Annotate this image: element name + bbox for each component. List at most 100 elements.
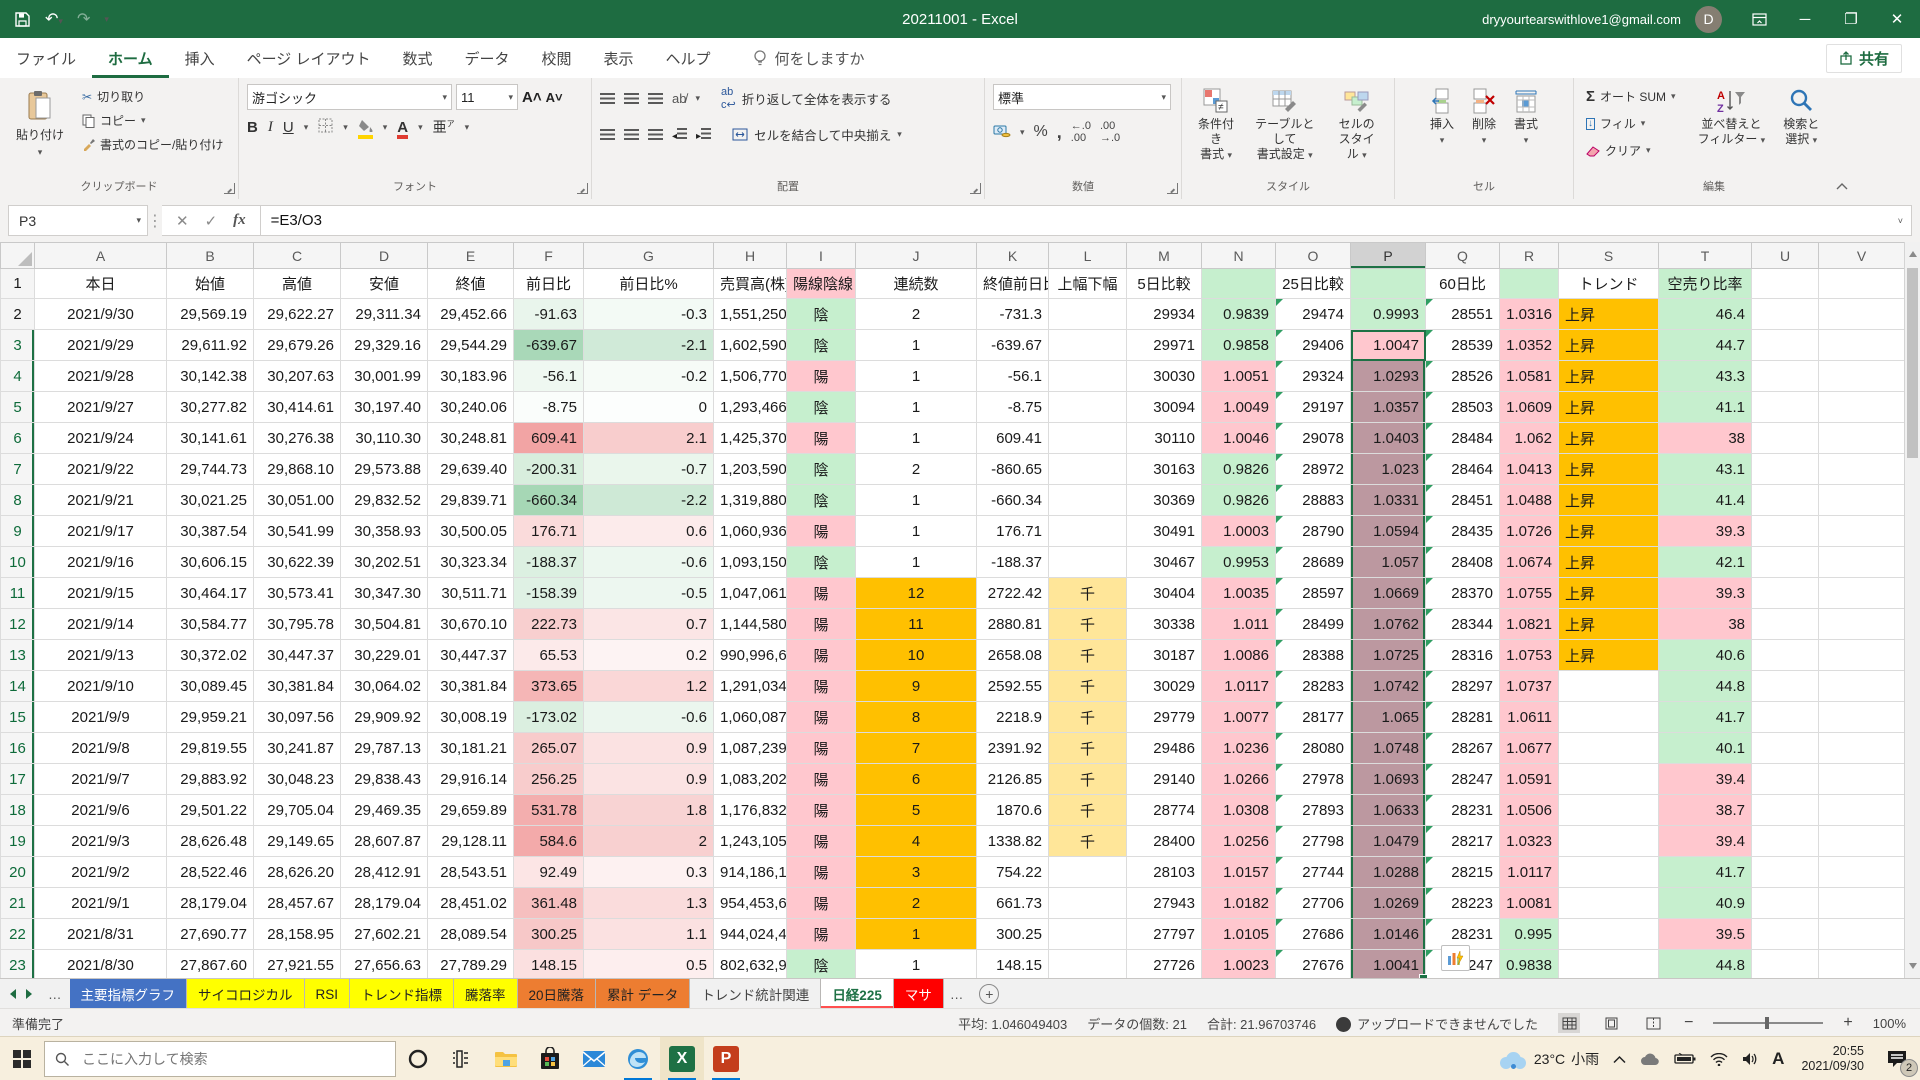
cell-date-16[interactable]: 2021/9/8	[35, 733, 167, 764]
cell-band-4[interactable]	[1049, 361, 1127, 392]
cell-P8[interactable]: 1.0331	[1351, 485, 1426, 516]
cell-V19[interactable]	[1819, 826, 1905, 857]
cell[interactable]: 944,024,400	[714, 919, 787, 950]
cell[interactable]: 954,453,600	[714, 888, 787, 919]
cell[interactable]: 1.0609	[1500, 392, 1559, 423]
currency-icon[interactable]	[993, 124, 1011, 141]
cell[interactable]: 1.1	[584, 919, 714, 950]
cell[interactable]: 0.2	[584, 640, 714, 671]
cell[interactable]: 1.0308	[1202, 795, 1276, 826]
cell[interactable]: 1.0023	[1202, 950, 1276, 979]
cell[interactable]: 0.9826	[1202, 454, 1276, 485]
cell-date-21[interactable]: 2021/9/1	[35, 888, 167, 919]
cell[interactable]: 1.062	[1500, 423, 1559, 454]
cell-P9[interactable]: 1.0594	[1351, 516, 1426, 547]
cell-date-17[interactable]: 2021/9/7	[35, 764, 167, 795]
cell[interactable]: 531.78	[514, 795, 584, 826]
cell-trend-3[interactable]: 上昇	[1559, 330, 1659, 361]
cell[interactable]: 29,883.92	[167, 764, 254, 795]
cell[interactable]: 29,452.66	[428, 299, 514, 330]
collapse-ribbon-icon[interactable]	[1836, 177, 1848, 195]
cell[interactable]: 29934	[1127, 299, 1202, 330]
decrease-indent-icon[interactable]: ◂	[672, 126, 687, 144]
sheet-tab-サイコロジカル[interactable]: サイコロジカル	[187, 979, 305, 1009]
borders-icon[interactable]	[318, 118, 333, 137]
cell-date-11[interactable]: 2021/9/15	[35, 578, 167, 609]
cell[interactable]: 28177	[1276, 702, 1351, 733]
alignment-dialog-launcher-icon[interactable]	[970, 183, 981, 194]
cell-candle-16[interactable]: 陽	[787, 733, 856, 764]
cell[interactable]: 0.9838	[1500, 950, 1559, 979]
cell[interactable]: 29,544.29	[428, 330, 514, 361]
share-button[interactable]: 共有	[1826, 44, 1902, 73]
cell-candle-5[interactable]: 陰	[787, 392, 856, 423]
cell[interactable]: 28,607.87	[341, 826, 428, 857]
cell-U9[interactable]	[1752, 516, 1819, 547]
cell[interactable]: 28297	[1426, 671, 1500, 702]
header-cell-終値前日比較[interactable]: 終値前日比較	[977, 269, 1049, 299]
cell[interactable]: 30110	[1127, 423, 1202, 454]
cell-U2[interactable]	[1752, 299, 1819, 330]
cell[interactable]: 30,541.99	[254, 516, 341, 547]
cell[interactable]: 30,381.84	[428, 671, 514, 702]
cell[interactable]: 373.65	[514, 671, 584, 702]
cell[interactable]: 27706	[1276, 888, 1351, 919]
align-left-icon[interactable]	[600, 129, 615, 140]
cell[interactable]: 29,128.11	[428, 826, 514, 857]
sheet-tab-騰落率[interactable]: 騰落率	[454, 979, 518, 1009]
cell-date-15[interactable]: 2021/9/9	[35, 702, 167, 733]
cell[interactable]: 28499	[1276, 609, 1351, 640]
cell[interactable]: 27,602.21	[341, 919, 428, 950]
cell[interactable]: 1.0182	[1202, 888, 1276, 919]
cell-candle-3[interactable]: 陰	[787, 330, 856, 361]
row-header-4[interactable]: 4	[1, 361, 35, 392]
cell-streak-9[interactable]: 1	[856, 516, 977, 547]
number-dialog-launcher-icon[interactable]	[1167, 183, 1178, 194]
cell[interactable]: 28774	[1127, 795, 1202, 826]
zoom-slider[interactable]	[1713, 1022, 1823, 1024]
cell-candle-10[interactable]: 陰	[787, 547, 856, 578]
cell[interactable]: -91.63	[514, 299, 584, 330]
cell-date-6[interactable]: 2021/9/24	[35, 423, 167, 454]
cell[interactable]: 30,573.41	[254, 578, 341, 609]
cell[interactable]: 30,670.10	[428, 609, 514, 640]
cell[interactable]: -173.02	[514, 702, 584, 733]
ribbon-tab-校閲[interactable]: 校閲	[526, 38, 588, 78]
cell-streak-10[interactable]: 1	[856, 547, 977, 578]
cell-P14[interactable]: 1.0742	[1351, 671, 1426, 702]
cell[interactable]: 28408	[1426, 547, 1500, 578]
cell-shortratio-4[interactable]: 43.3	[1659, 361, 1752, 392]
insert-cells-button[interactable]: 挿入▾	[1423, 84, 1461, 177]
cut-button[interactable]: ✂切り取り	[78, 86, 227, 107]
cell-shortratio-3[interactable]: 44.7	[1659, 330, 1752, 361]
cell[interactable]: 27893	[1276, 795, 1351, 826]
cell-trend-14[interactable]	[1559, 671, 1659, 702]
formula-input[interactable]: =E3/O3˅	[261, 205, 1912, 236]
cell[interactable]: 28281	[1426, 702, 1500, 733]
cell-streak-7[interactable]: 2	[856, 454, 977, 485]
cell-candle-14[interactable]: 陽	[787, 671, 856, 702]
column-header-V[interactable]: V	[1819, 243, 1905, 269]
cell-U20[interactable]	[1752, 857, 1819, 888]
cell[interactable]: 1,291,034,100	[714, 671, 787, 702]
cell-date-9[interactable]: 2021/9/17	[35, 516, 167, 547]
cell[interactable]: 1,425,370,000	[714, 423, 787, 454]
row-header-12[interactable]: 12	[1, 609, 35, 640]
cell[interactable]: 2	[584, 826, 714, 857]
excel-taskbar-icon[interactable]: X	[660, 1037, 704, 1080]
font-color-icon[interactable]: A	[397, 119, 408, 136]
cell[interactable]: 30338	[1127, 609, 1202, 640]
cell-U21[interactable]	[1752, 888, 1819, 919]
merge-center-button[interactable]: セルを結合して中央揃え▾	[728, 123, 906, 146]
cell-U22[interactable]	[1752, 919, 1819, 950]
row-header-13[interactable]: 13	[1, 640, 35, 671]
column-header-A[interactable]: A	[35, 243, 167, 269]
cell[interactable]: 1.0003	[1202, 516, 1276, 547]
cell[interactable]: 1.0266	[1202, 764, 1276, 795]
cell-candle-20[interactable]: 陽	[787, 857, 856, 888]
cell[interactable]: 29,611.92	[167, 330, 254, 361]
cell-shortratio-16[interactable]: 40.1	[1659, 733, 1752, 764]
cell[interactable]: 28597	[1276, 578, 1351, 609]
sheet-tab-トレンド指標[interactable]: トレンド指標	[350, 979, 454, 1009]
cell-trend-17[interactable]	[1559, 764, 1659, 795]
